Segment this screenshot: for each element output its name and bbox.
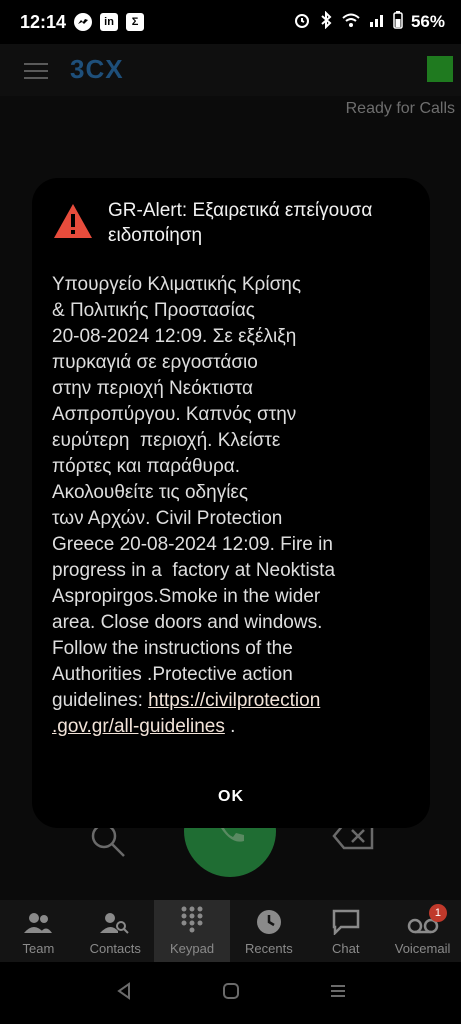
emergency-alert-dialog: GR-Alert: Εξαιρετικά επείγουσα ειδοποίησ… [32,178,430,828]
alarm-icon [293,11,311,34]
battery-percent: 56% [410,12,445,31]
bottom-navigation: Team Contacts Keypad Recents Chat 1 Voic… [0,900,461,962]
home-icon[interactable] [222,982,240,1005]
recents-icon[interactable] [329,982,347,1005]
app-logo: 3CX [70,54,124,84]
nav-label: Contacts [89,941,141,956]
warning-icon [52,202,94,245]
signal-icon [369,12,385,33]
nav-keypad[interactable]: Keypad [153,900,231,962]
clock-icon [256,910,281,934]
ready-status-text: Ready for Calls [345,100,455,117]
status-bar: 12:14 in Σ 56% [0,0,461,44]
alert-body-end: . [224,716,236,737]
nav-label: Team [22,941,55,956]
nav-voicemail[interactable]: 1 Voicemail [384,900,461,962]
wifi-icon [341,12,361,33]
team-icon [24,913,53,933]
keypad-icon [181,906,203,933]
menu-icon[interactable] [24,58,48,82]
app-header: 3CX [0,44,461,96]
contacts-search-icon [100,913,129,934]
nav-label: Chat [331,941,360,956]
voicemail-badge: 1 [428,904,447,922]
alert-title: GR-Alert: Εξαιρετικά επείγουσα ειδοποίησ… [108,200,373,246]
nav-label: Recents [245,941,293,956]
bluetooth-icon [319,10,333,34]
nav-recents[interactable]: Recents [230,900,307,962]
back-icon[interactable] [115,981,133,1005]
clock-time: 12:14 [20,11,67,32]
nav-label: Keypad [170,941,215,956]
ok-button[interactable]: OK [32,788,430,806]
alert-body-text: Υπουργείο Κλιματικής Κρίσης & Πολιτικής … [52,274,336,711]
system-navigation [0,962,461,1024]
presence-status-indicator[interactable] [427,56,453,82]
battery-icon [393,10,403,34]
linkedin-icon: in [100,13,119,31]
chat-icon [332,909,359,935]
nav-chat[interactable]: Chat [307,900,384,962]
alert-message: Υπουργείο Κλιματικής Κρίσης & Πολιτικής … [52,272,402,740]
sigma-icon: Σ [126,13,145,31]
nav-team[interactable]: Team [0,900,77,962]
nav-label: Voicemail [394,941,451,956]
messenger-icon [74,13,93,31]
nav-contacts[interactable]: Contacts [77,900,154,962]
